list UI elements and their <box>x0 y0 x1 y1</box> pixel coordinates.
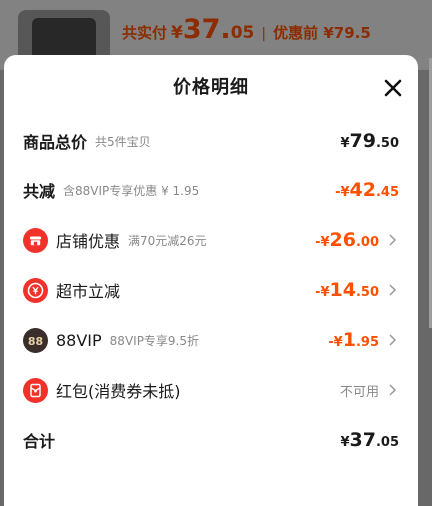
row-label: 商品总价 <box>23 133 88 152</box>
row-label: 合计 <box>23 432 56 451</box>
chevron-right-icon <box>385 233 399 247</box>
row-grand-total: 合计 ¥37.05 <box>4 415 418 465</box>
red-packet-status: 不可用 <box>339 384 379 400</box>
row-shop-discount[interactable]: 店铺优惠 满70元减26元 -¥ 26.00 <box>4 215 418 265</box>
row-label: 店铺优惠 <box>56 232 121 251</box>
row-label: 共减 <box>23 182 56 201</box>
row-red-packet[interactable]: 红包(消费券未抵) 不可用 <box>4 365 418 415</box>
yen-icon <box>23 277 48 303</box>
price-int: 37 <box>349 429 376 451</box>
price-int: 42 <box>349 179 376 201</box>
row-sub: 88VIP专享9.5折 <box>109 333 200 348</box>
row-label: 红包(消费券未抵) <box>56 382 181 401</box>
price-dec: .45 <box>375 185 399 200</box>
price-int: 26 <box>329 229 356 251</box>
price-prefix: ¥ <box>340 136 350 151</box>
row-sub: 含88VIP专享优惠 ¥ 1.95 <box>63 183 200 198</box>
total-discount-price: -¥ 42.45 <box>335 179 399 201</box>
goods-total-price: ¥79.50 <box>340 130 399 152</box>
chevron-right-icon <box>385 283 399 297</box>
price-dec: .05 <box>375 435 399 450</box>
close-icon <box>384 79 402 97</box>
row-sub: 满70元减26元 <box>128 233 207 248</box>
price-prefix: -¥ <box>315 235 330 250</box>
row-sub: 共5件宝贝 <box>95 134 151 149</box>
price-prefix: -¥ <box>328 335 343 350</box>
88vip-icon: 88 <box>23 327 48 353</box>
chevron-right-icon <box>385 383 399 397</box>
supermarket-discount-price: -¥ 14.50 <box>315 279 379 301</box>
row-supermarket-discount[interactable]: 超市立减 -¥ 14.50 <box>4 265 418 315</box>
price-dec: .00 <box>355 235 379 250</box>
row-goods-total: 商品总价 共5件宝贝 ¥79.50 <box>4 116 418 166</box>
price-int: 14 <box>329 279 356 301</box>
price-dec: .50 <box>355 285 379 300</box>
price-prefix: -¥ <box>335 185 350 200</box>
sheet-title: 价格明细 <box>173 77 249 98</box>
shop-icon <box>23 227 48 253</box>
shop-discount-price: -¥ 26.00 <box>315 229 379 251</box>
price-int: 79 <box>349 130 376 152</box>
row-total-discount: 共减 含88VIP专享优惠 ¥ 1.95 -¥ 42.45 <box>4 165 418 215</box>
svg-text:88: 88 <box>28 334 43 347</box>
row-vip-discount[interactable]: 88 88VIP 88VIP专享9.5折 -¥ 1.95 <box>4 315 418 365</box>
price-prefix: ¥ <box>340 435 350 450</box>
vip-discount-price: -¥ 1.95 <box>328 329 379 351</box>
price-int: 1 <box>342 329 356 351</box>
grand-total-price: ¥37.05 <box>340 429 399 451</box>
price-prefix: -¥ <box>315 285 330 300</box>
chevron-right-icon <box>385 333 399 347</box>
row-label: 超市立减 <box>56 282 121 301</box>
price-detail-sheet: 价格明细 商品总价 共5件宝贝 ¥79.50 共减 含88VIP专享优惠 ¥ 1… <box>4 55 418 506</box>
price-dec: .95 <box>355 335 379 350</box>
red-packet-icon <box>23 377 48 403</box>
close-button[interactable] <box>382 77 404 99</box>
price-dec: .50 <box>375 136 399 151</box>
row-label: 88VIP <box>56 330 102 350</box>
